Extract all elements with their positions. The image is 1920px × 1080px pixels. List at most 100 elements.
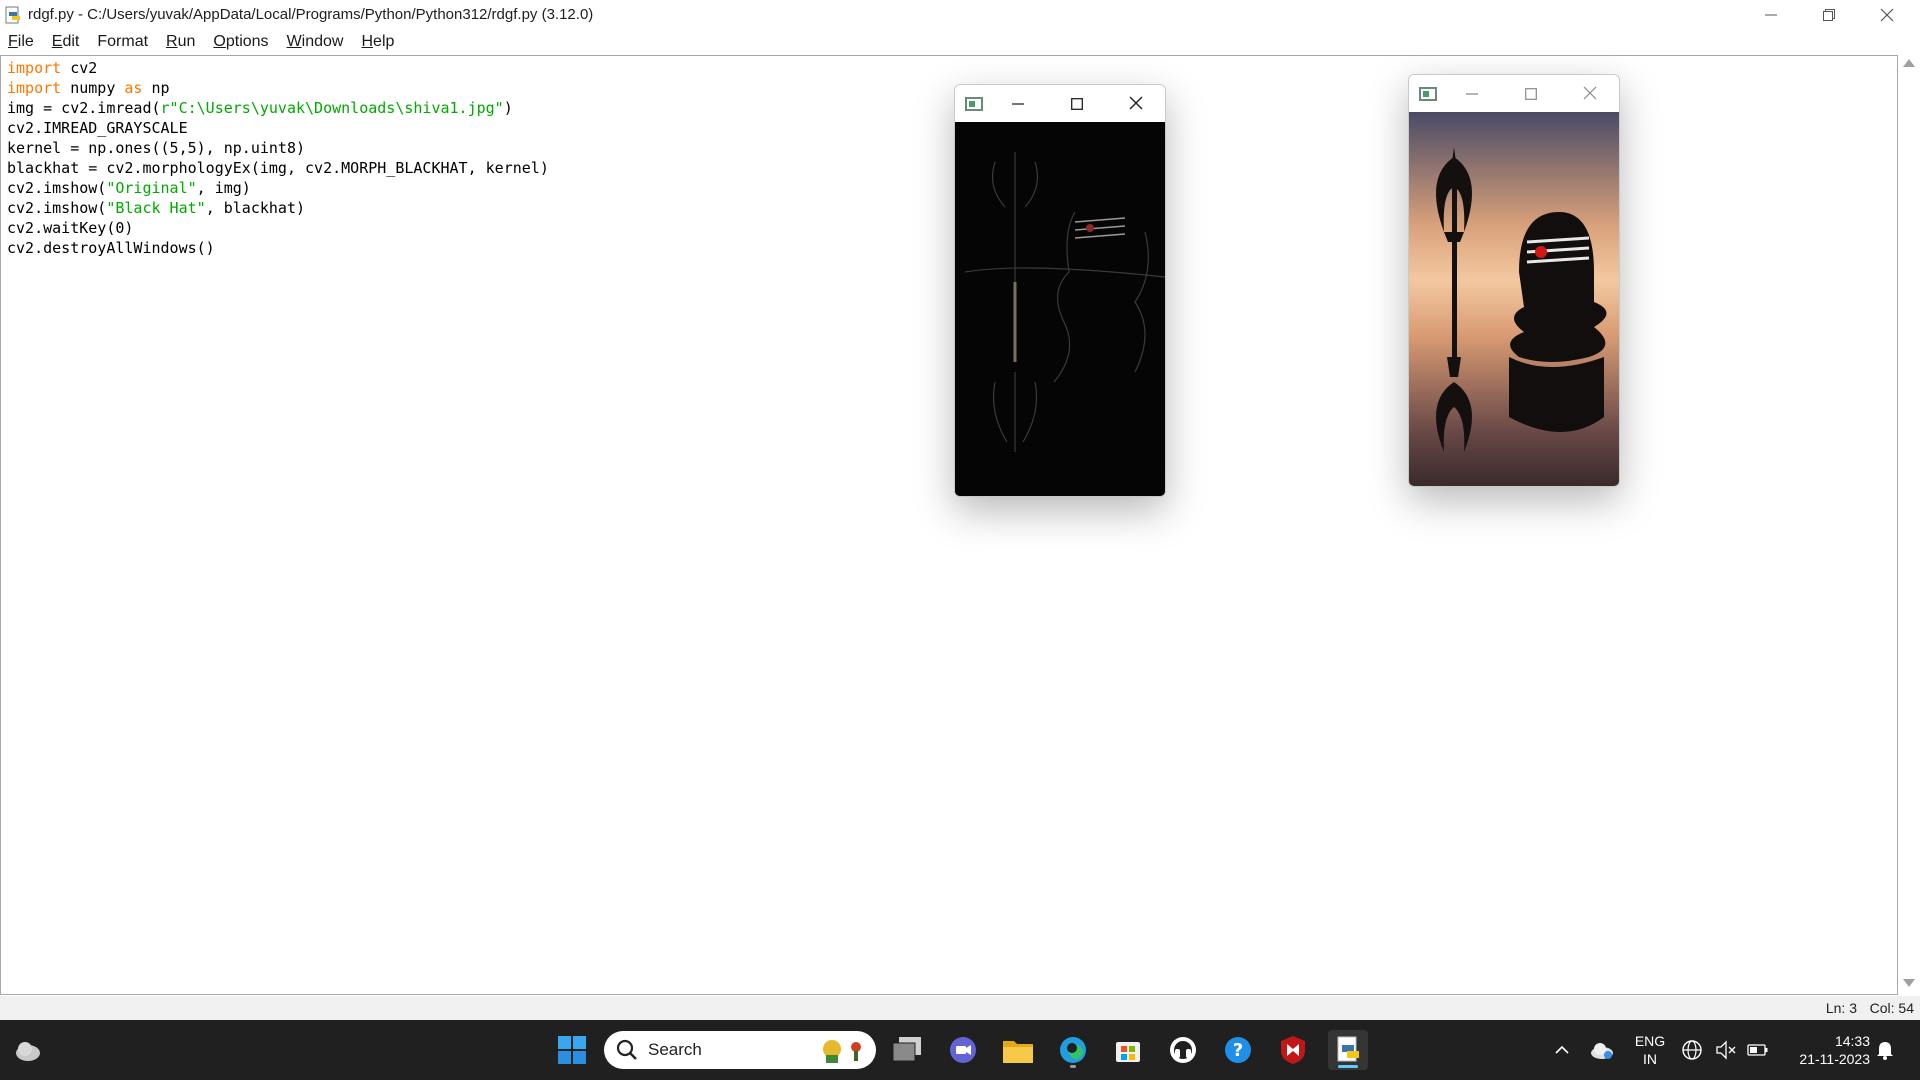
clock-date: 21-11-2023 — [1799, 1051, 1870, 1067]
menu-window-accel: W — [286, 33, 302, 50]
idle-active-indicator — [1338, 1065, 1358, 1068]
menu-help[interactable]: Help — [352, 33, 403, 51]
menu-format-label: Format — [97, 33, 149, 50]
menu-window[interactable]: Window — [278, 33, 353, 51]
store-icon — [1116, 1042, 1140, 1062]
original-minimize-button[interactable] — [1461, 83, 1483, 105]
code-token: cv2.waitKey(0) — [7, 219, 134, 237]
code-line[interactable]: cv2.destroyAllWindows() — [7, 238, 549, 258]
vertical-scrollbar[interactable] — [1898, 55, 1920, 995]
task-view-button[interactable] — [888, 1030, 928, 1070]
blackhat-image-window[interactable] — [954, 84, 1166, 497]
code-text[interactable]: import cv2 import numpy as np img = cv2.im… — [7, 58, 549, 258]
search-label: Search — [648, 1040, 702, 1059]
teams-chat-button[interactable] — [943, 1030, 983, 1070]
status-bar: Ln: 3 Col: 54 — [0, 996, 1920, 1020]
status-line: Ln: 3 — [1825, 1000, 1857, 1016]
code-line[interactable]: import cv2 — [7, 58, 549, 78]
maximize-icon — [1525, 88, 1537, 100]
volume-muted-icon — [1716, 1040, 1736, 1060]
menu-file[interactable]: File — [0, 33, 43, 51]
bell-icon — [1877, 1042, 1893, 1060]
python-idle-button[interactable] — [1328, 1030, 1368, 1070]
code-token: np — [142, 79, 170, 97]
network-button[interactable] — [1678, 1030, 1706, 1070]
code-token: ) — [503, 99, 513, 117]
code-line[interactable]: cv2.IMREAD_GRAYSCALE — [7, 118, 549, 138]
python-file-icon — [1337, 1036, 1359, 1062]
blackhat-minimize-button[interactable] — [1007, 93, 1029, 115]
get-help-button[interactable]: ? — [1218, 1030, 1258, 1070]
language-code: ENG — [1634, 1033, 1666, 1049]
taskbar-search-box[interactable]: Search — [604, 1031, 876, 1069]
svg-text:?: ? — [1233, 1040, 1243, 1061]
help-icon: ? — [1225, 1037, 1251, 1063]
code-token: , blackhat) — [205, 199, 306, 217]
code-token: cv2.destroyAllWindows() — [7, 239, 215, 257]
minimize-button[interactable] — [1742, 0, 1800, 29]
code-token: cv2.IMREAD_GRAYSCALE — [7, 119, 188, 137]
original-close-button[interactable] — [1579, 83, 1601, 105]
blackhat-close-button[interactable] — [1125, 93, 1147, 115]
code-keyword: as — [124, 79, 143, 97]
input-language-button[interactable]: ENG IN — [1628, 1032, 1672, 1068]
menu-edit-accel: E — [51, 33, 63, 50]
code-line[interactable]: img = cv2.imread(r"C:\Users\yuvak\Downlo… — [7, 98, 549, 118]
blackhat-window-titlebar — [955, 85, 1165, 122]
close-button[interactable] — [1858, 0, 1916, 29]
code-line[interactable]: kernel = np.ones((5,5), np.uint8) — [7, 138, 549, 158]
show-hidden-icons-button[interactable] — [1542, 1030, 1582, 1070]
code-line[interactable]: import numpy as np — [7, 78, 549, 98]
menu-help-rest: elp — [373, 33, 395, 50]
volume-button[interactable] — [1713, 1030, 1741, 1070]
edge-browser-button[interactable] — [1053, 1030, 1093, 1070]
battery-icon — [1747, 1044, 1768, 1056]
code-line[interactable]: cv2.imshow("Original", img) — [7, 178, 549, 198]
menu-run[interactable]: Run — [157, 33, 204, 51]
scroll-down-icon[interactable] — [1903, 979, 1915, 987]
microsoft-store-button[interactable] — [1108, 1030, 1148, 1070]
code-token: kernel = np.ones((5,5), np.uint8) — [7, 139, 306, 157]
notifications-button[interactable] — [1872, 1030, 1898, 1070]
edge-icon — [1060, 1037, 1086, 1063]
onedrive-button[interactable] — [1582, 1030, 1622, 1070]
original-window-titlebar — [1409, 75, 1619, 112]
start-button[interactable] — [552, 1030, 592, 1070]
code-string: "Black Hat" — [106, 199, 206, 217]
code-keyword: import — [7, 59, 62, 77]
code-string: "Original" — [106, 179, 197, 197]
restore-button[interactable] — [1800, 0, 1858, 29]
code-line[interactable]: blackhat = cv2.morphologyEx(img, cv2.MOR… — [7, 158, 549, 178]
code-token: cv2.imshow( — [7, 179, 107, 197]
menu-edit[interactable]: Edit — [43, 33, 89, 51]
globe-icon — [1682, 1040, 1702, 1060]
code-string: r"C:\Users\yuvak\Downloads\shiva1.jpg" — [160, 99, 504, 117]
battery-button[interactable] — [1744, 1030, 1772, 1070]
scroll-up-icon[interactable] — [1903, 59, 1915, 67]
original-image-window[interactable] — [1408, 74, 1620, 487]
clock-button[interactable]: 14:33 21-11-2023 — [1780, 1032, 1870, 1068]
vpn-app-button[interactable] — [1163, 1030, 1203, 1070]
code-line[interactable]: cv2.waitKey(0) — [7, 218, 549, 238]
folder-icon — [1003, 1041, 1033, 1063]
original-image — [1409, 112, 1619, 486]
menu-run-rest: un — [177, 33, 196, 50]
menu-file-accel: F — [8, 33, 18, 50]
original-maximize-button[interactable] — [1520, 83, 1542, 105]
windows-icon — [558, 1036, 586, 1064]
code-token: img = cv2.imread( — [7, 99, 161, 117]
menu-options[interactable]: Options — [204, 33, 277, 51]
restore-icon — [1823, 8, 1835, 21]
code-line[interactable]: cv2.imshow("Black Hat", blackhat) — [7, 198, 549, 218]
menu-format[interactable]: Format — [88, 33, 157, 51]
window-titlebar: rdgf.py - C:/Users/yuvak/AppData/Local/P… — [0, 0, 1920, 29]
code-token: numpy — [61, 79, 125, 97]
code-token: cv2 — [61, 59, 98, 77]
mcafee-button[interactable] — [1273, 1030, 1313, 1070]
maximize-icon — [1071, 98, 1083, 110]
menu-edit-rest: dit — [62, 33, 80, 50]
cloud-icon — [16, 1042, 40, 1061]
file-explorer-button[interactable] — [998, 1030, 1038, 1070]
weather-widget[interactable] — [8, 1030, 48, 1070]
blackhat-maximize-button[interactable] — [1066, 93, 1088, 115]
